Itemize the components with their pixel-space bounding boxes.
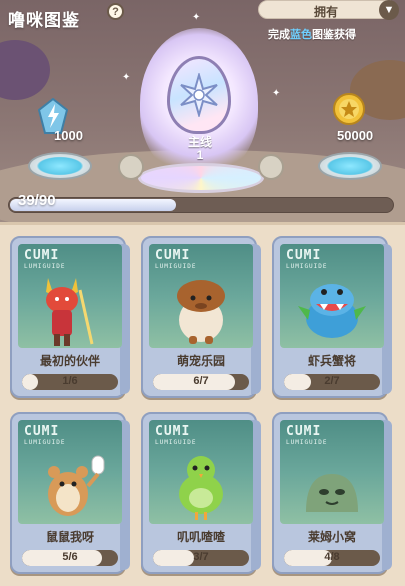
capybara-icon: CUMI LUMIGUIDE [149,244,253,348]
collection-progress: 39/90 [8,192,394,215]
card-progress-bar: 3/7 [153,550,249,566]
header-scene: 噜咪图鉴 ? 拥有 ▼ 完成蓝色图鉴获得 ✦ ✦ ✦ 1000 主线 1 500… [0,0,405,226]
completion-hint: 完成蓝色图鉴获得 [268,26,356,42]
hint-prefix: 完成 [268,29,290,41]
collection-card[interactable]: CUMI LUMIGUIDE 莱姆小窝 4/8 [272,412,392,574]
question-icon[interactable]: ? [107,3,124,20]
card-brand-sub: LUMIGUIDE [155,263,197,270]
creature-illustration [149,446,253,524]
card-progress-text: 6/7 [193,375,209,387]
card-brand-sub: LUMIGUIDE [286,263,328,270]
card-progress-text: 4/8 [324,551,340,563]
bush-left-decoration [0,40,50,100]
card-brand-sub: LUMIGUIDE [286,439,328,446]
reward-right-value: 50000 [337,128,374,143]
card-brand: CUMI [155,248,191,263]
progress-track [8,197,394,213]
collection-card[interactable]: CUMI LUMIGUIDE 萌宠乐园 6/7 [141,236,261,398]
jar-left-decoration [118,154,144,180]
dragon-creature-icon: CUMI LUMIGUIDE [280,244,384,348]
card-brand-sub: LUMIGUIDE [24,439,66,446]
reward-center-text: 主线 1 [170,136,230,162]
jar-right-decoration [258,154,284,180]
green-bird-icon: CUMI LUMIGUIDE [149,420,253,524]
card-progress-bar: 4/8 [284,550,380,566]
card-name: 最初的伙伴 [39,354,100,368]
card-name: 萌宠乐园 [176,354,225,368]
hamster-icon: CUMI LUMIGUIDE [18,420,122,524]
creature-illustration [149,270,253,348]
creature-illustration [280,446,384,524]
creature-illustration [18,270,122,348]
card-name: 莱姆小窝 [307,530,356,544]
card-name: 虾兵蟹将 [307,354,356,368]
card-progress-bar: 5/6 [22,550,118,566]
reward-right-pedestal [318,152,382,180]
card-progress-text: 2/7 [324,375,340,387]
reward-center-count: 1 [196,148,204,162]
card-progress-text: 3/7 [193,551,209,563]
hint-highlight: 蓝色 [290,29,312,41]
card-progress-text: 5/6 [62,551,78,563]
creature-illustration [18,446,122,524]
card-name: 鼠鼠我呀 [45,530,94,544]
reward-center-pedestal [138,163,264,193]
filter-label: 拥有 [314,5,339,19]
gold-coin-icon [332,92,366,126]
card-brand: CUMI [286,424,322,439]
collection-card[interactable]: CUMI LUMIGUIDE 叽叽喳喳 3/7 [141,412,261,574]
card-brand: CUMI [155,424,191,439]
card-progress-bar: 2/7 [284,374,380,390]
page-title: 噜咪图鉴 [8,11,80,31]
card-progress-text: 1/6 [62,375,78,387]
chevron-down-icon[interactable]: ▼ [379,0,399,20]
card-brand: CUMI [24,248,60,263]
hint-suffix: 图鉴获得 [312,29,356,41]
card-brand-sub: LUMIGUIDE [24,263,66,270]
card-brand: CUMI [286,248,322,263]
progress-label: 39/90 [18,192,56,209]
sparkle-icon: ✦ [192,12,201,23]
sparkle-icon: ✦ [122,72,131,83]
card-progress-bar: 1/6 [22,374,118,390]
card-name: 叽叽喳喳 [176,530,225,544]
collection-card[interactable]: CUMI LUMIGUIDE 虾兵蟹将 2/7 [272,236,392,398]
card-brand: CUMI [24,424,60,439]
reward-left-value: 1000 [54,128,83,143]
reward-left-pedestal [28,152,92,180]
slime-icon: CUMI LUMIGUIDE [280,420,384,524]
fox-warrior-icon: CUMI LUMIGUIDE [18,244,122,348]
filter-dropdown[interactable]: 拥有 ▼ [258,0,399,20]
collection-card[interactable]: CUMI LUMIGUIDE 最初的伙伴 1/6 [10,236,130,398]
creature-illustration [280,270,384,348]
sparkle-icon: ✦ [272,88,281,99]
card-brand-sub: LUMIGUIDE [155,439,197,446]
card-progress-bar: 6/7 [153,374,249,390]
collection-card[interactable]: CUMI LUMIGUIDE 鼠鼠我呀 5/6 [10,412,130,574]
